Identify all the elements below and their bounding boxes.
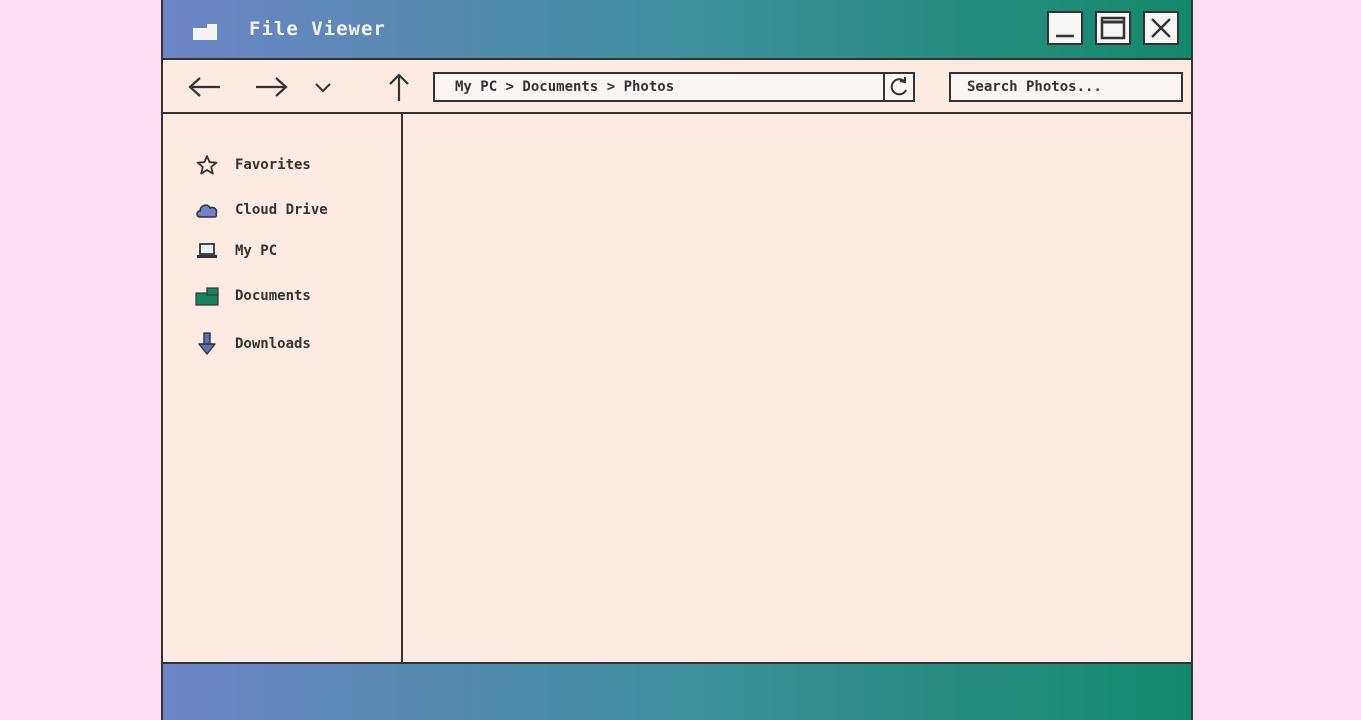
sidebar-item-my-pc[interactable]: My PC bbox=[195, 239, 277, 263]
file-content-area[interactable] bbox=[403, 114, 1191, 662]
sidebar-item-label: Documents bbox=[235, 288, 311, 304]
arrow-up-icon bbox=[389, 73, 409, 101]
cloud-icon bbox=[195, 199, 219, 221]
recent-locations-button[interactable] bbox=[303, 74, 343, 100]
sidebar-item-label: My PC bbox=[235, 243, 278, 259]
toolbar: My PC > Documents > Photos bbox=[163, 60, 1191, 114]
app-folder-icon bbox=[193, 24, 217, 40]
file-viewer-window: File Viewer My PC > Documents > Photos S… bbox=[161, 0, 1193, 720]
refresh-button[interactable] bbox=[883, 72, 915, 102]
sidebar-item-cloud-drive[interactable]: Cloud Drive bbox=[195, 198, 328, 222]
refresh-icon bbox=[890, 77, 907, 96]
sidebar-item-downloads[interactable]: Downloads bbox=[195, 332, 311, 356]
minimize-icon bbox=[1056, 34, 1074, 38]
maximize-icon bbox=[1100, 16, 1126, 40]
sidebar-item-documents[interactable]: Documents bbox=[195, 284, 311, 308]
download-arrow-icon bbox=[195, 332, 219, 355]
window-title: File Viewer bbox=[249, 18, 386, 40]
title-bar[interactable]: File Viewer bbox=[163, 0, 1191, 60]
up-button[interactable] bbox=[379, 73, 419, 101]
minimize-button[interactable] bbox=[1047, 11, 1083, 45]
search-input[interactable] bbox=[949, 72, 1183, 102]
close-button[interactable] bbox=[1143, 11, 1179, 45]
arrow-right-icon bbox=[256, 77, 288, 97]
sidebar-item-label: Cloud Drive bbox=[235, 202, 328, 218]
address-path: My PC > Documents > Photos bbox=[455, 79, 675, 95]
back-button[interactable] bbox=[185, 74, 225, 100]
folder-icon bbox=[195, 285, 219, 307]
close-icon bbox=[1151, 18, 1171, 38]
sidebar-item-favorites[interactable]: Favorites bbox=[195, 153, 311, 177]
address-bar[interactable]: My PC > Documents > Photos bbox=[433, 72, 913, 102]
sidebar-item-label: Downloads bbox=[235, 336, 311, 352]
arrow-left-icon bbox=[188, 77, 220, 97]
laptop-icon bbox=[195, 240, 219, 262]
forward-button[interactable] bbox=[251, 74, 291, 100]
star-icon bbox=[195, 154, 219, 176]
status-bar bbox=[163, 662, 1191, 720]
sidebar-item-label: Favorites bbox=[235, 157, 311, 173]
sidebar: Favorites Cloud Drive My PC Documents Do… bbox=[163, 114, 403, 662]
chevron-down-icon bbox=[315, 83, 331, 93]
maximize-button[interactable] bbox=[1095, 11, 1131, 45]
